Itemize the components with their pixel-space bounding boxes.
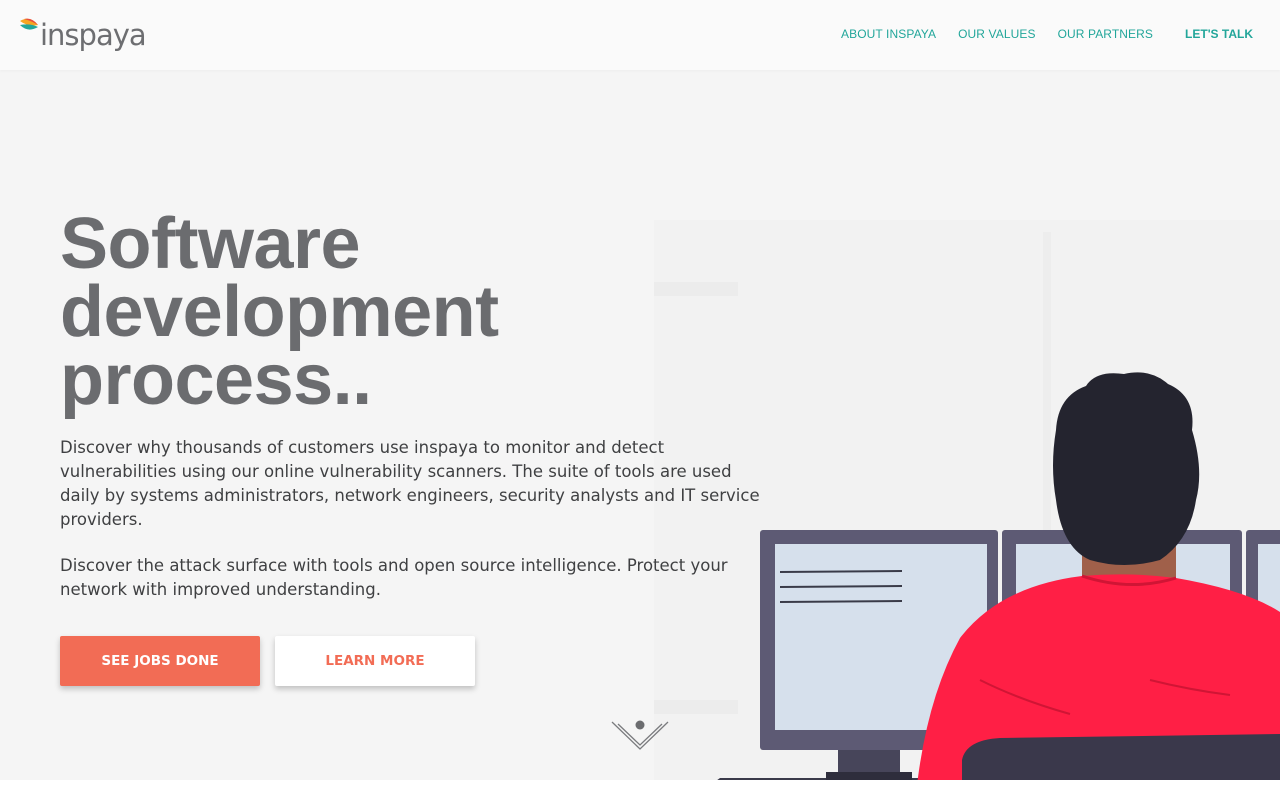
hero-title: Software development process..	[60, 208, 800, 416]
hero-title-line-1: Software development	[60, 204, 499, 352]
learn-more-button[interactable]: LEARN MORE	[275, 636, 475, 686]
logo-mark-icon	[20, 18, 38, 30]
chevron-down-icon[interactable]	[611, 718, 669, 752]
main-nav: ABOUT INSPAYA OUR VALUES OUR PARTNERS	[841, 27, 1175, 41]
section-divider	[0, 780, 1280, 794]
nav-our-partners[interactable]: OUR PARTNERS	[1058, 27, 1153, 41]
lets-talk-link[interactable]: LET'S TALK	[1185, 27, 1253, 41]
logo-wordmark: inspaya	[40, 17, 147, 52]
hero-title-line-2: process..	[60, 340, 372, 420]
hero-content: Software development process.. Discover …	[60, 208, 800, 686]
site-header: inspaya ABOUT INSPAYA OUR VALUES OUR PAR…	[0, 0, 1280, 70]
hero-buttons: SEE JOBS DONE LEARN MORE	[60, 636, 800, 686]
nav-about-inspaya[interactable]: ABOUT INSPAYA	[841, 27, 936, 41]
see-jobs-done-button[interactable]: SEE JOBS DONE	[60, 636, 260, 686]
inspaya-logo[interactable]: inspaya	[20, 13, 147, 57]
hero-paragraph-2: Discover the attack surface with tools a…	[60, 556, 728, 599]
hero-paragraph-1: Discover why thousands of customers use …	[60, 438, 760, 529]
hero-section: inspaya ABOUT INSPAYA OUR VALUES OUR PAR…	[0, 0, 1280, 780]
nav-our-values[interactable]: OUR VALUES	[958, 27, 1035, 41]
